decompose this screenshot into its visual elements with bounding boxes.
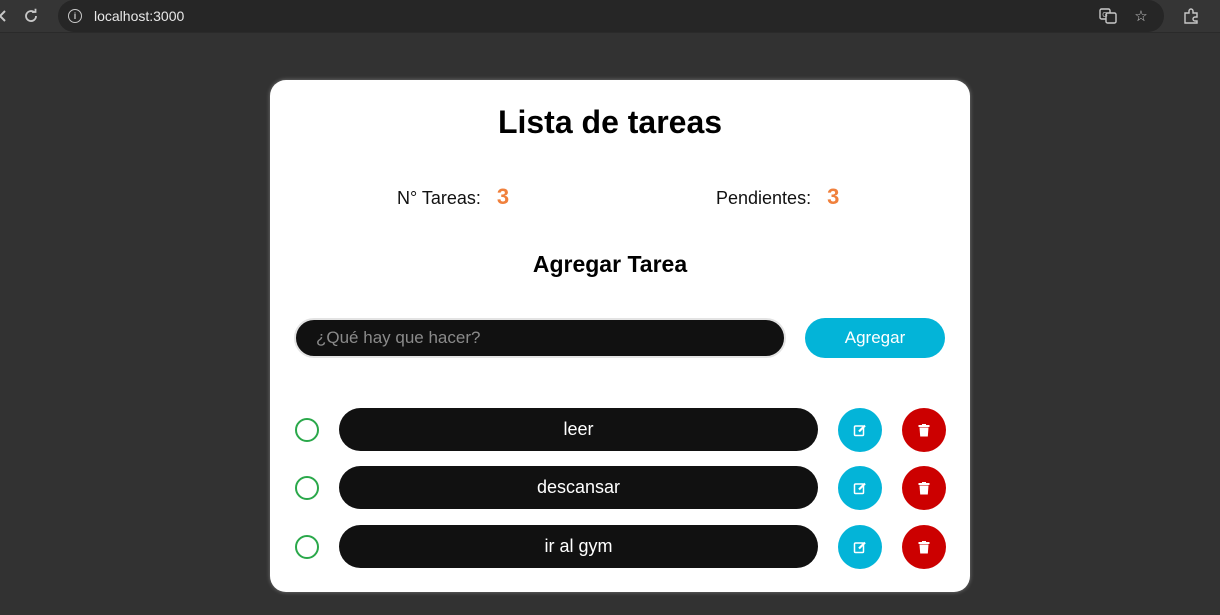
new-task-input[interactable] xyxy=(294,318,786,358)
svg-text:G: G xyxy=(1102,12,1107,19)
complete-checkbox[interactable] xyxy=(295,476,319,500)
back-arrow-icon[interactable] xyxy=(0,5,14,27)
total-tasks-count: 3 xyxy=(496,184,510,209)
edit-icon xyxy=(853,424,866,437)
trash-icon xyxy=(918,423,930,436)
bookmark-star-icon[interactable]: ☆ xyxy=(1131,6,1151,26)
add-task-heading: Agregar Tarea xyxy=(532,251,688,277)
task-item: descansar xyxy=(0,466,1220,510)
delete-task-button[interactable] xyxy=(902,525,946,569)
total-tasks-label: N° Tareas: xyxy=(397,188,481,208)
total-tasks-stat: N° Tareas: 3 xyxy=(397,184,509,210)
task-text: leer xyxy=(339,408,818,451)
task-text: ir al gym xyxy=(339,525,818,568)
pending-tasks-stat: Pendientes: 3 xyxy=(716,184,839,210)
task-text: descansar xyxy=(339,466,818,509)
edit-task-button[interactable] xyxy=(838,525,882,569)
delete-task-button[interactable] xyxy=(902,408,946,452)
task-item: leer xyxy=(0,408,1220,452)
reload-icon[interactable] xyxy=(20,5,42,27)
translate-icon[interactable]: G xyxy=(1098,6,1118,26)
browser-toolbar: i localhost:3000 G ☆ xyxy=(0,0,1220,33)
delete-task-button[interactable] xyxy=(902,466,946,510)
url-text: localhost:3000 xyxy=(94,8,185,24)
complete-checkbox[interactable] xyxy=(295,535,319,559)
pending-tasks-count: 3 xyxy=(827,184,840,209)
edit-icon xyxy=(853,541,866,554)
trash-icon xyxy=(918,540,930,553)
address-bar[interactable]: i localhost:3000 xyxy=(58,0,1164,32)
edit-icon xyxy=(853,482,866,495)
task-item: ir al gym xyxy=(0,525,1220,569)
page-title: Lista de tareas xyxy=(497,104,723,140)
site-info-icon[interactable]: i xyxy=(68,9,82,23)
extensions-icon[interactable] xyxy=(1181,6,1201,26)
pending-tasks-label: Pendientes: xyxy=(716,188,812,208)
add-task-button[interactable]: Agregar xyxy=(805,318,945,358)
trash-icon xyxy=(918,481,930,494)
edit-task-button[interactable] xyxy=(838,466,882,510)
complete-checkbox[interactable] xyxy=(295,418,319,442)
edit-task-button[interactable] xyxy=(838,408,882,452)
